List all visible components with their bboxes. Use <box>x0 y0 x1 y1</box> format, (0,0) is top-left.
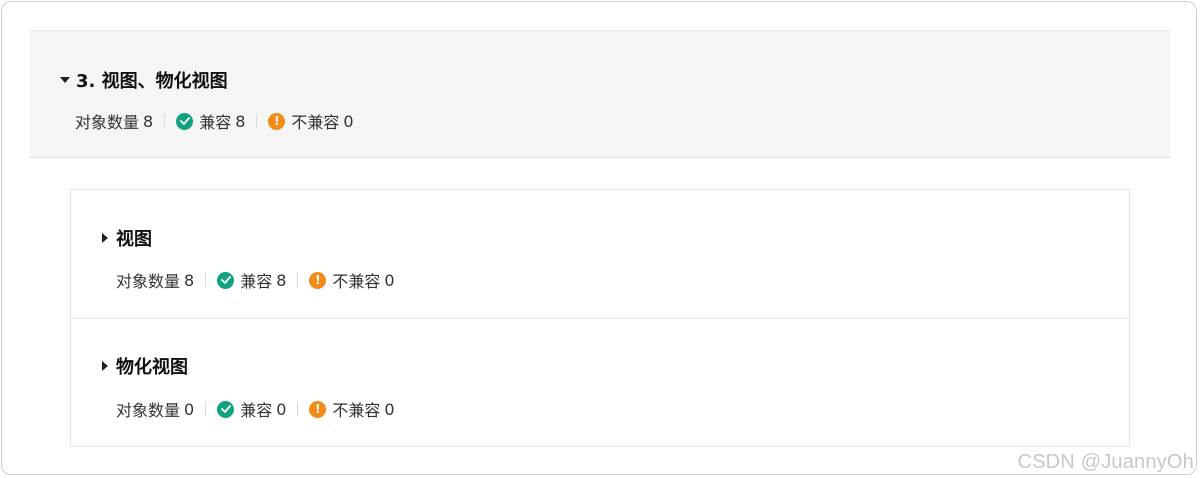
group-title: 视图 <box>116 229 152 250</box>
object-count-label: 对象数量 <box>116 401 181 420</box>
incompatible-count: ! 不兼容 0 <box>268 109 354 133</box>
object-count: 对象数量 0 <box>116 397 194 421</box>
group-header-views[interactable]: 视图 <box>102 225 152 251</box>
group-stats: 对象数量 0 兼容 0 ! 不兼容 0 <box>116 397 395 421</box>
incompatible-value: 0 <box>384 270 395 290</box>
compatible-label: 兼容 <box>199 113 232 132</box>
caret-right-icon[interactable] <box>102 233 108 243</box>
exclamation-circle-icon: ! <box>309 271 327 289</box>
compatible-value: 8 <box>276 270 287 290</box>
divider <box>205 402 207 416</box>
section-views: 3. 视图、物化视图 对象数量 8 兼容 8 ! 不兼容 0 <box>30 30 1170 158</box>
compatible-value: 0 <box>276 399 287 419</box>
caret-right-icon[interactable] <box>102 361 108 371</box>
compatible-label: 兼容 <box>240 272 273 291</box>
check-circle-icon <box>217 400 235 418</box>
subsection-card: 视图 对象数量 8 兼容 8 ! 不兼容 0 物化视图 对象数量 0 兼容 0 … <box>70 189 1130 447</box>
incompatible-count: ! 不兼容 0 <box>309 397 395 421</box>
object-count-label: 对象数量 <box>75 113 140 132</box>
object-count-value: 0 <box>184 399 195 419</box>
divider <box>205 273 207 287</box>
object-count: 对象数量 8 <box>75 109 153 133</box>
compatible-label: 兼容 <box>240 401 273 420</box>
group-title: 物化视图 <box>116 357 188 378</box>
watermark-text: CSDN @JuannyOh <box>1017 451 1194 473</box>
compatible-value: 8 <box>235 111 246 131</box>
incompatible-label: 不兼容 <box>332 272 381 291</box>
object-count: 对象数量 8 <box>116 268 194 292</box>
incompatible-value: 0 <box>384 399 395 419</box>
compatible-count: 兼容 0 <box>217 397 286 421</box>
incompatible-value: 0 <box>343 111 354 131</box>
section-stats: 对象数量 8 兼容 8 ! 不兼容 0 <box>75 109 354 133</box>
incompatible-label: 不兼容 <box>291 113 340 132</box>
object-count-value: 8 <box>184 270 195 290</box>
object-count-value: 8 <box>143 111 154 131</box>
section-title: 3. 视图、物化视图 <box>76 71 228 92</box>
exclamation-circle-icon: ! <box>309 400 327 418</box>
group-stats: 对象数量 8 兼容 8 ! 不兼容 0 <box>116 268 395 292</box>
divider <box>297 273 299 287</box>
divider <box>164 114 166 128</box>
section-header[interactable]: 3. 视图、物化视图 <box>60 67 228 93</box>
incompatible-count: ! 不兼容 0 <box>309 268 395 292</box>
compatible-count: 兼容 8 <box>217 268 286 292</box>
divider <box>256 114 258 128</box>
caret-down-icon[interactable] <box>60 77 70 83</box>
group-header-materialized-views[interactable]: 物化视图 <box>102 353 188 379</box>
check-circle-icon <box>217 271 235 289</box>
exclamation-circle-icon: ! <box>268 112 286 130</box>
row-divider <box>71 318 1129 319</box>
check-circle-icon <box>176 112 194 130</box>
compatible-count: 兼容 8 <box>176 109 245 133</box>
incompatible-label: 不兼容 <box>332 401 381 420</box>
object-count-label: 对象数量 <box>116 272 181 291</box>
divider <box>297 402 299 416</box>
